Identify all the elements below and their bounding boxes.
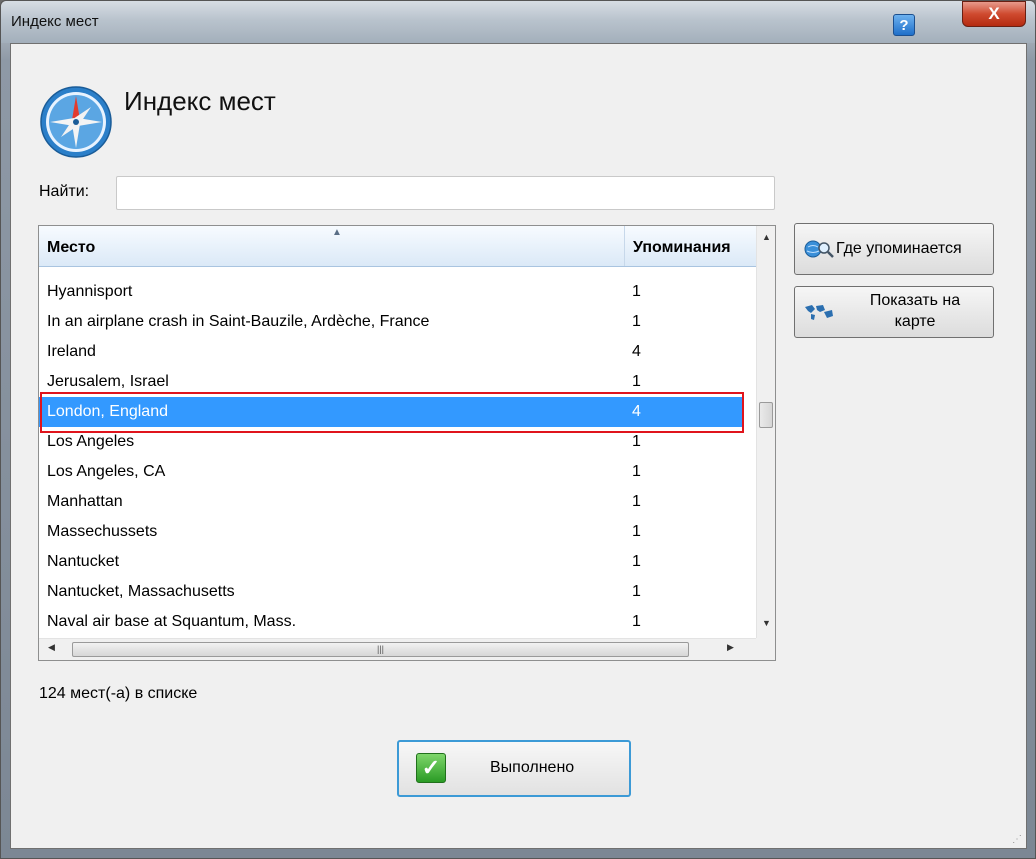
column-header-mentions[interactable]: Упоминания [625,226,756,266]
grid-rows: Hyannisport 1 In an airplane crash in Sain… [39,277,742,637]
done-label: Выполнено [490,759,575,776]
place-cell: Los Angeles [47,433,135,450]
table-row[interactable]: Hyannisport 1 [39,277,742,307]
table-row-selected[interactable]: London, England 4 [39,397,742,427]
mentions-cell: 1 [632,463,641,480]
place-cell: In an airplane crash in Saint-Bauzile, A… [47,313,430,330]
mentions-cell: 1 [632,553,641,570]
table-row[interactable]: Naval air base at Squantum, Mass. 1 [39,607,742,637]
vertical-scroll-thumb[interactable] [759,402,773,428]
place-cell: Nantucket, Massachusetts [47,583,235,600]
place-cell: Manhattan [47,493,123,510]
mentions-cell: 4 [632,403,641,420]
place-cell: Jerusalem, Israel [47,373,169,390]
scroll-corner [756,638,775,660]
horizontal-scroll-thumb[interactable]: ||| [72,642,689,657]
mentions-cell: 4 [632,343,641,360]
mentions-cell: 1 [632,373,641,390]
place-cell: Massechussets [47,523,158,540]
mentions-cell: 1 [632,283,641,300]
table-row[interactable]: In an airplane crash in Saint-Bauzile, A… [39,307,742,337]
place-cell: London, England [47,403,168,420]
close-button[interactable]: X [962,1,1026,27]
mentions-cell: 1 [632,313,641,330]
table-row[interactable]: Massechussets 1 [39,517,742,547]
resize-grip-icon[interactable]: ⋰ [1012,834,1022,845]
mentions-cell: 1 [632,493,641,510]
checkmark-icon: ✓ [416,753,446,783]
mentions-cell: 1 [632,523,641,540]
page-title: Индекс мест [124,86,276,116]
place-cell: Los Angeles, CA [47,463,166,480]
globe-search-icon [804,240,834,258]
scroll-right-arrow-icon[interactable]: ▶ [727,642,734,653]
where-mentioned-label: Где упоминается [836,240,962,257]
search-label: Найти: [39,183,90,200]
show-on-map-label-line1: Показать на [869,292,961,309]
show-on-map-button[interactable]: Показать на карте [794,286,994,338]
help-button[interactable]: ? [893,14,915,36]
mentions-cell: 1 [632,613,641,630]
table-row[interactable]: Los Angeles 1 [39,427,742,457]
mentions-cell: 1 [632,583,641,600]
title-bar[interactable]: Индекс мест ? X [1,1,1035,43]
places-count-status: 124 мест(-а) в списке [39,685,198,702]
search-input[interactable] [116,176,775,210]
table-row[interactable]: Jerusalem, Israel 1 [39,367,742,397]
mentions-cell: 1 [632,433,641,450]
place-cell: Naval air base at Squantum, Mass. [47,613,297,630]
sort-ascending-icon: ▲ [332,227,342,238]
show-on-map-label-line2: карте [894,313,936,330]
window-title: Индекс мест [11,13,99,30]
show-on-map-label: Показать на карте [845,290,985,332]
table-row[interactable]: Nantucket, Massachusetts 1 [39,577,742,607]
grid-header: Место Упоминания ▲ [39,226,756,267]
scroll-left-arrow-icon[interactable]: ◀ [48,642,55,653]
table-row[interactable]: Nantucket 1 [39,547,742,577]
table-row[interactable]: Los Angeles, CA 1 [39,457,742,487]
table-row[interactable]: Manhattan 1 [39,487,742,517]
place-cell: Ireland [47,343,96,360]
done-button[interactable]: ✓ Выполнено [397,740,631,797]
table-row[interactable]: Ireland 4 [39,337,742,367]
horizontal-scrollbar[interactable]: ◀ ||| ▶ [39,638,756,660]
scroll-up-arrow-icon[interactable]: ▲ [757,232,775,242]
compass-icon [40,86,112,158]
scroll-down-arrow-icon[interactable]: ▼ [757,618,775,628]
place-cell: Nantucket [47,553,120,570]
place-cell: Hyannisport [47,283,133,300]
world-map-icon [805,305,833,320]
where-mentioned-button[interactable]: Где упоминается [794,223,994,275]
vertical-scrollbar[interactable]: ▲ ▼ [756,226,775,638]
places-grid: Место Упоминания ▲ Hyannisport 1 In an air… [38,225,776,661]
